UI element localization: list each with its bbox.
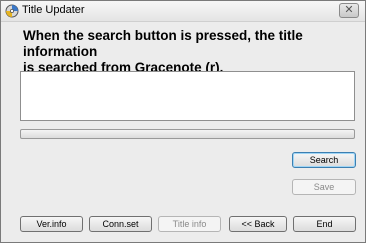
window-title: Title Updater — [22, 4, 85, 16]
conn-set-button[interactable]: Conn.set — [89, 216, 152, 232]
save-button[interactable]: Save — [292, 179, 356, 195]
instruction-heading: When the search button is pressed, the t… — [23, 28, 353, 76]
title-info-button[interactable]: Title info — [158, 216, 221, 232]
search-button[interactable]: Search — [292, 152, 356, 168]
back-button[interactable]: << Back — [229, 216, 287, 232]
end-button[interactable]: End — [293, 216, 356, 232]
close-icon: ✕ — [344, 4, 354, 16]
title-bar: Title Updater ✕ — [1, 1, 365, 22]
title-updater-window: Title Updater ✕ When the search button i… — [0, 0, 366, 243]
ver-info-button[interactable]: Ver.info — [20, 216, 83, 232]
result-text-box[interactable] — [20, 71, 355, 121]
close-button[interactable]: ✕ — [339, 3, 359, 18]
disc-icon — [5, 4, 19, 18]
progress-bar — [20, 129, 355, 139]
instruction-line-1: When the search button is pressed, the t… — [23, 28, 303, 59]
